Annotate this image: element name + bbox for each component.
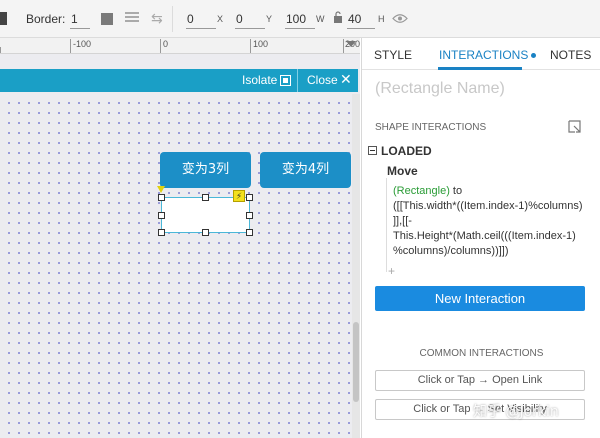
active-tab-underline [438, 67, 522, 70]
resize-handle[interactable] [158, 194, 165, 201]
open-link-option[interactable]: Click or Tap → Open Link [375, 370, 585, 391]
code-line: This.Height*(Math.ceil(((Item.index-1) [393, 230, 576, 242]
panel-tabs: STYLE INTERACTIONS NOTES [362, 38, 600, 70]
scrollbar-thumb[interactable] [353, 322, 359, 402]
close-icon[interactable]: ✕ [340, 71, 352, 88]
tab-interactions-label: INTERACTIONS [439, 48, 529, 62]
active-dot-icon [531, 53, 537, 59]
width-input[interactable]: 100 [285, 9, 315, 29]
resize-handle[interactable] [158, 229, 165, 236]
action-move[interactable]: Move [387, 164, 418, 178]
tree-line [386, 178, 387, 272]
h-label: H [378, 14, 385, 24]
resize-handle[interactable] [202, 194, 209, 201]
toolbar-divider [172, 6, 173, 32]
ruler-tick [343, 39, 344, 53]
expand-icon[interactable] [568, 120, 581, 133]
isolate-button[interactable]: Isolate [242, 73, 277, 87]
common-interactions-heading: COMMON INTERACTIONS [419, 348, 544, 359]
y-label: Y [266, 14, 273, 24]
arrow-style-icon[interactable]: ⇆ [151, 10, 163, 27]
w-label: W [316, 14, 325, 24]
isolate-icon[interactable] [280, 75, 291, 86]
target-name: (Rectangle) [393, 185, 450, 197]
add-action-button[interactable]: + [388, 264, 395, 278]
y-input[interactable]: 0 [235, 9, 265, 29]
action-details[interactable]: (Rectangle) to ([[This.width*((Item.inde… [393, 184, 593, 259]
x-label: X [217, 14, 224, 24]
resize-handle[interactable] [246, 194, 253, 201]
height-input[interactable]: 40 [347, 9, 375, 29]
ruler-tick [70, 39, 71, 53]
x-input[interactable]: 0 [186, 9, 216, 29]
watermark: 知乎 @Jorkin [473, 404, 559, 420]
target-suffix: to [449, 185, 463, 197]
line-style-icon[interactable] [125, 12, 139, 26]
event-loaded[interactable]: LOADED [381, 144, 432, 158]
ruler-label: 0 [163, 39, 169, 49]
ruler-label: -100 [73, 39, 92, 49]
fill-swatch-icon[interactable] [0, 12, 7, 25]
right-panel: STYLE INTERACTIONS NOTES (Rectangle Name… [361, 38, 600, 438]
ruler-tick [160, 39, 161, 53]
ruler-tick [250, 39, 251, 53]
isolate-divider [297, 69, 298, 92]
tab-notes[interactable]: NOTES [550, 48, 591, 62]
selected-rectangle[interactable] [161, 197, 250, 233]
border-color-icon[interactable] [101, 13, 113, 25]
resize-handle[interactable] [246, 229, 253, 236]
new-interaction-button[interactable]: New Interaction [375, 286, 585, 311]
three-columns-button[interactable]: 变为3列 [160, 152, 251, 188]
shape-name-input[interactable]: (Rectangle Name) [375, 80, 505, 98]
interaction-lightning-icon[interactable]: ⚡ [233, 190, 245, 202]
code-line: ([[This.width*((Item.index-1)%columns) [393, 200, 583, 212]
resize-handle[interactable] [246, 212, 253, 219]
ruler-tick [0, 47, 1, 53]
anchor-marker-icon [157, 186, 165, 193]
border-label: Border: [26, 12, 66, 26]
four-columns-button[interactable]: 变为4列 [260, 152, 351, 188]
collapse-toggle-icon[interactable] [368, 146, 377, 155]
collapse-arrow-icon[interactable] [346, 41, 356, 47]
resize-handle[interactable] [202, 229, 209, 236]
canvas-grid [0, 94, 352, 438]
isolate-bar: Isolate Close ✕ [0, 69, 358, 92]
resize-handle[interactable] [158, 212, 165, 219]
lock-icon[interactable] [333, 11, 343, 23]
vertical-scrollbar[interactable] [352, 94, 360, 438]
shape-interactions-heading: SHAPE INTERACTIONS [375, 122, 487, 133]
ruler-label: 100 [253, 39, 269, 49]
close-button[interactable]: Close [307, 73, 338, 87]
border-width-input[interactable]: 1 [70, 9, 90, 29]
tab-style[interactable]: STYLE [374, 48, 412, 62]
tab-interactions[interactable]: INTERACTIONS [439, 48, 537, 62]
eye-icon[interactable] [392, 13, 408, 24]
code-line: %columns)/columns))]]) [393, 245, 509, 257]
horizontal-ruler: -100 0 100 200 [0, 38, 360, 54]
code-line: ]],[[- [393, 215, 412, 227]
top-toolbar: Border: 1 ⇆ 0 X 0 Y 100 W 40 H [0, 0, 600, 38]
